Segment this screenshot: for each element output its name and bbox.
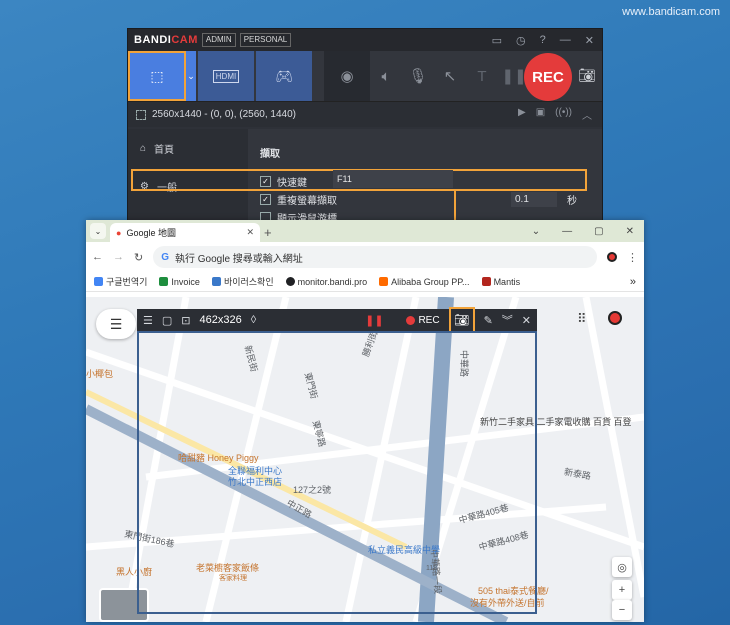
maps-pin-icon: ● [116,227,122,238]
bookmark-item[interactable]: monitor.bandi.pro [285,277,367,287]
microphone-icon[interactable]: 🎙︎ [402,67,434,85]
bandicam-titlebar: BANDICAM ADMIN PERSONAL ▭ ◷ ? — ✕ [128,29,602,51]
area-search-icon[interactable]: ⊡ [181,314,190,327]
bandicam-rec-indicator[interactable] [608,311,622,325]
game-mode-button[interactable]: 🎮︎ [256,51,312,101]
maximize-icon[interactable]: ▢ [594,226,603,237]
overlay-screenshot-camera-icon[interactable]: 📷︎ [448,307,475,333]
zoom-out-button[interactable]: − [612,600,632,620]
image-icon[interactable]: ▣ [536,107,545,122]
minimize-icon[interactable]: — [560,34,571,47]
tab-title: Google 地圖 [126,228,176,238]
collapse-icon[interactable]: ︿ [582,107,592,122]
personal-tag: PERSONAL [239,33,292,47]
text-icon[interactable]: T [466,68,498,85]
overlay-rec-button[interactable]: REC [406,315,440,326]
minimize-icon[interactable]: — [562,226,572,237]
capture-size-text: 462x326 [199,314,242,326]
repeat-interval-field[interactable]: 0.1 [511,191,557,207]
bandicam-logo: BANDICAM [134,34,198,46]
cursor-click-icon[interactable]: ↖ [434,67,466,85]
apps-grid-icon[interactable]: ⠿ [577,311,587,327]
capture-area-bar: 2560x1440 - (0, 0), (2560, 1440) ▶ ▣ ((•… [128,101,602,127]
fullscreen-icon[interactable]: ▢ [162,314,172,327]
my-location-icon[interactable]: ◎ [612,557,632,577]
capture-overlay-bar: ☰ ▢ ⊡ 462x326 ◊ ❚❚ REC 📷︎ ✎ ︾ ✕ [137,307,537,333]
menu-kebab-icon[interactable]: ⋮ [627,251,638,264]
google-icon: G [161,251,169,263]
gamepad-icon: 🎮︎ [275,67,293,84]
bookmarks-overflow-icon[interactable]: » [630,276,636,288]
rect-cursor-icon: ⬚ [150,67,164,84]
tab-google-maps[interactable]: ● Google 地圖 ✕ [110,223,260,242]
bandicam-watermark: www.bandicam.com [622,6,720,18]
omnibox-placeholder: 執行 Google 搜尋或輸入網址 [175,253,303,265]
chevron-down-icon[interactable]: ⌄ [532,226,540,237]
folder-icon[interactable]: ▭ [492,34,502,47]
capture-area-text: 2560x1440 - (0, 0), (2560, 1440) [152,109,296,120]
hdmi-mode-button[interactable]: HDMI [198,51,254,101]
poi-label[interactable]: 小椰包 [86,367,113,380]
tab-strip: ⌄ ● Google 地圖 ✕ + ⌄ — ▢ ✕ [86,220,644,242]
help-icon[interactable]: ? [540,34,546,47]
new-tab-button[interactable]: + [264,225,272,240]
screen-rect-mode-button[interactable]: ⬚ [128,51,186,101]
bandicam-window: BANDICAM ADMIN PERSONAL ▭ ◷ ? — ✕ ⬚ ⌄ HD… [127,28,603,229]
forward-icon[interactable]: → [113,251,124,263]
toolbar: ← → ↻ G 執行 Google 搜尋或輸入網址 ⋮ [86,242,644,272]
capture-area-frame [137,331,537,614]
close-icon[interactable]: ✕ [585,34,594,47]
mode-dropdown-button[interactable]: ⌄ [186,51,196,101]
tab-search-button[interactable]: ⌄ [90,223,106,239]
rec-button[interactable]: REC [524,53,572,101]
collapse-chevron-icon[interactable]: ︾ [502,312,513,328]
pencil-icon[interactable]: ✎ [484,314,493,327]
tab-close-icon[interactable]: ✕ [246,227,254,238]
bookmark-item[interactable]: Invoice [159,277,200,287]
webcam-icon[interactable]: ◉ [324,51,370,101]
hdmi-icon: HDMI [212,69,240,83]
seconds-unit: 秒 [567,195,577,207]
omnibox[interactable]: G 執行 Google 搜尋或輸入網址 [153,246,597,268]
screenshot-camera-icon[interactable]: 📷︎ [578,67,596,84]
overlay-close-icon[interactable]: ✕ [522,314,537,327]
menu-icon[interactable]: ☰ [143,314,153,327]
pause-icon[interactable]: ❚❚ [365,314,383,327]
speaker-icon[interactable]: 🔈︎ [370,68,402,85]
sidebar-item-home[interactable]: ⌂ 首頁 [128,129,248,167]
section-title: 擷取 [260,149,280,160]
home-icon: ⌂ [140,142,147,154]
bookmark-item[interactable]: Alibaba Group PP... [379,277,470,287]
close-icon[interactable]: ✕ [626,226,634,237]
broadcast-icon[interactable]: ((•)) [555,107,572,122]
opacity-icon[interactable]: ◊ [251,314,256,326]
video-icon[interactable]: ▶ [518,107,526,122]
back-icon[interactable]: ← [92,251,103,263]
bookmark-item[interactable]: 바이러스확인 [211,275,274,288]
bandicam-toolbar: ⬚ ⌄ HDMI 🎮︎ ◉ 🔈︎ 🎙︎ ↖ T ❚❚ REC 📷︎ [128,51,602,101]
bookmark-item[interactable]: 구글번역기 [94,275,147,288]
clock-icon[interactable]: ◷ [516,34,526,47]
map-menu-button[interactable]: ☰ [96,309,136,339]
bookmarks-bar: 구글번역기 Invoice 바이러스확인 monitor.bandi.pro A… [86,272,644,292]
hotkey-value-field[interactable]: F11 [333,170,453,188]
bandicam-extension-icon[interactable] [607,252,617,262]
repeat-capture-checkbox[interactable]: ✓ [260,193,271,205]
reload-icon[interactable]: ↻ [134,251,143,264]
repeat-capture-row[interactable]: ✓ 重複螢幕擷取 0.1 秒 [260,190,590,208]
zoom-in-button[interactable]: + [612,580,632,600]
admin-tag: ADMIN [201,33,236,47]
bookmark-item[interactable]: Mantis [481,277,520,287]
area-select-icon[interactable] [136,109,146,120]
